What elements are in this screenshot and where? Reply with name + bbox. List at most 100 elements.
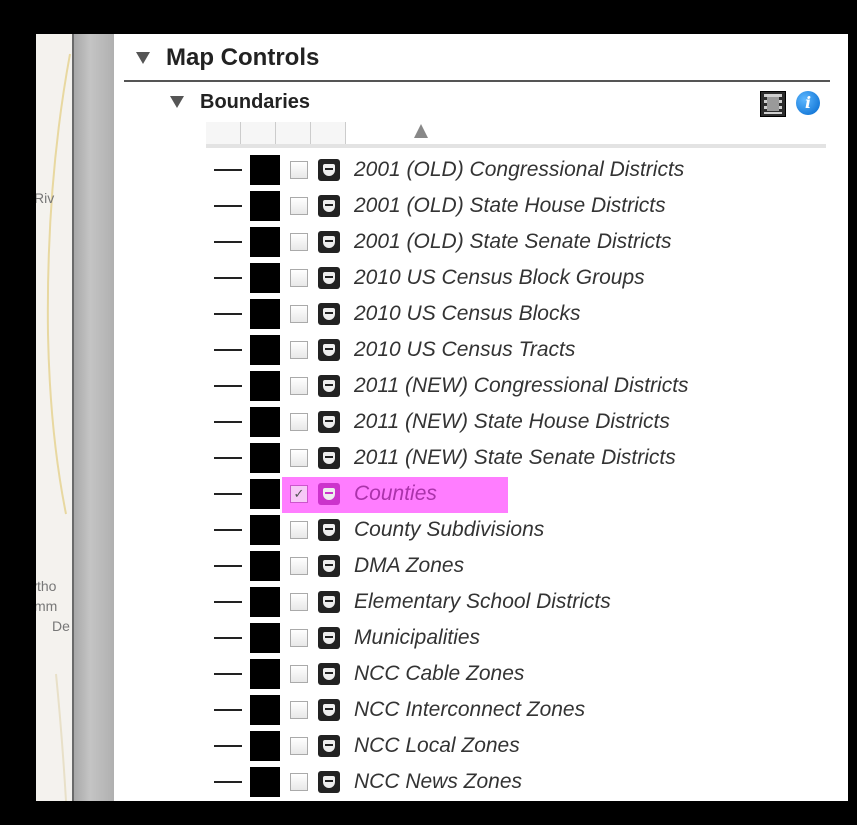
layer-row[interactable]: NCC Interconnect Zones <box>206 692 836 728</box>
layer-label[interactable]: 2011 (NEW) State Senate Districts <box>354 446 676 470</box>
layer-checkbox[interactable] <box>290 233 308 251</box>
shield-icon[interactable] <box>318 447 340 469</box>
layer-row[interactable]: 2011 (NEW) State House Districts <box>206 404 836 440</box>
layer-label[interactable]: 2001 (OLD) State House Districts <box>354 194 666 218</box>
color-swatch[interactable] <box>250 551 280 581</box>
layer-checkbox[interactable] <box>290 449 308 467</box>
color-swatch[interactable] <box>250 227 280 257</box>
layer-row[interactable]: 2001 (OLD) State Senate Districts <box>206 224 836 260</box>
layer-checkbox[interactable] <box>290 665 308 683</box>
layer-checkbox[interactable] <box>290 269 308 287</box>
layer-checkbox[interactable] <box>290 413 308 431</box>
layer-label[interactable]: 2001 (OLD) State Senate Districts <box>354 230 671 254</box>
layer-row[interactable]: Elementary School Districts <box>206 584 836 620</box>
shield-icon[interactable] <box>318 555 340 577</box>
layer-checkbox[interactable] <box>290 521 308 539</box>
map-background[interactable]: Riv vtho mm De <box>36 34 72 801</box>
layer-row[interactable]: County Subdivisions <box>206 512 836 548</box>
scrollbar[interactable] <box>74 34 114 801</box>
layer-checkbox[interactable] <box>290 305 308 323</box>
layer-checkbox[interactable] <box>290 701 308 719</box>
color-swatch[interactable] <box>250 299 280 329</box>
layer-label[interactable]: 2011 (NEW) Congressional Districts <box>354 374 689 398</box>
layer-row[interactable]: 2010 US Census Tracts <box>206 332 836 368</box>
layer-row[interactable]: NCC News Zones <box>206 764 836 800</box>
layer-checkbox[interactable] <box>290 161 308 179</box>
collapse-triangle-icon[interactable] <box>170 96 184 108</box>
layer-row[interactable]: 2011 (NEW) Congressional Districts <box>206 368 836 404</box>
color-swatch[interactable] <box>250 587 280 617</box>
shield-icon[interactable] <box>318 699 340 721</box>
layer-row[interactable]: 2010 US Census Block Groups <box>206 260 836 296</box>
shield-icon[interactable] <box>318 771 340 793</box>
layer-checkbox[interactable] <box>290 557 308 575</box>
layer-row[interactable]: Municipalities <box>206 620 836 656</box>
layer-row[interactable]: ✓ Counties <box>206 476 836 513</box>
layer-checkbox[interactable] <box>290 629 308 647</box>
shield-icon[interactable] <box>318 591 340 613</box>
shield-icon[interactable] <box>318 627 340 649</box>
opacity-slider[interactable] <box>206 122 830 148</box>
color-swatch[interactable] <box>250 407 280 437</box>
shield-icon[interactable] <box>318 267 340 289</box>
slider-track[interactable] <box>206 144 826 148</box>
layer-label[interactable]: 2001 (OLD) Congressional Districts <box>354 158 684 182</box>
map-controls-header[interactable]: Map Controls <box>114 34 834 82</box>
layer-label[interactable]: NCC Cable Zones <box>354 662 524 686</box>
shield-icon[interactable] <box>318 519 340 541</box>
film-icon[interactable] <box>760 91 786 117</box>
layer-row[interactable]: 2001 (OLD) Congressional Districts <box>206 152 836 188</box>
layer-label[interactable]: Municipalities <box>354 626 480 650</box>
layer-label[interactable]: 2011 (NEW) State House Districts <box>354 410 670 434</box>
color-swatch[interactable] <box>250 335 280 365</box>
shield-icon[interactable] <box>318 483 340 505</box>
color-swatch[interactable] <box>250 659 280 689</box>
shield-icon[interactable] <box>318 339 340 361</box>
shield-icon[interactable] <box>318 195 340 217</box>
color-swatch[interactable] <box>250 443 280 473</box>
layer-label[interactable]: 2010 US Census Blocks <box>354 302 580 326</box>
layer-label[interactable]: NCC Local Zones <box>354 734 520 758</box>
layer-checkbox[interactable]: ✓ <box>290 485 308 503</box>
color-swatch[interactable] <box>250 731 280 761</box>
layer-row[interactable]: 2011 (NEW) State Senate Districts <box>206 440 836 476</box>
layer-checkbox[interactable] <box>290 377 308 395</box>
shield-icon[interactable] <box>318 735 340 757</box>
color-swatch[interactable] <box>250 767 280 797</box>
layer-label[interactable]: DMA Zones <box>354 554 464 578</box>
boundaries-header[interactable]: Boundaries <box>114 86 834 118</box>
shield-icon[interactable] <box>318 411 340 433</box>
layer-checkbox[interactable] <box>290 341 308 359</box>
layer-label[interactable]: NCC News Zones <box>354 770 522 794</box>
color-swatch[interactable] <box>250 623 280 653</box>
color-swatch[interactable] <box>250 479 280 509</box>
shield-icon[interactable] <box>318 663 340 685</box>
layer-label[interactable]: Elementary School Districts <box>354 590 611 614</box>
shield-icon[interactable] <box>318 231 340 253</box>
layer-checkbox[interactable] <box>290 197 308 215</box>
layer-label[interactable]: NCC Interconnect Zones <box>354 698 585 722</box>
color-swatch[interactable] <box>250 263 280 293</box>
color-swatch[interactable] <box>250 191 280 221</box>
layer-row[interactable]: NCC Cable Zones <box>206 656 836 692</box>
layer-row[interactable]: DMA Zones <box>206 548 836 584</box>
layer-label[interactable]: 2010 US Census Block Groups <box>354 266 645 290</box>
layer-label[interactable]: Counties <box>354 482 437 506</box>
info-icon[interactable]: i <box>796 91 820 115</box>
layer-checkbox[interactable] <box>290 773 308 791</box>
color-swatch[interactable] <box>250 515 280 545</box>
layer-checkbox[interactable] <box>290 737 308 755</box>
slider-thumb[interactable] <box>414 124 428 138</box>
shield-icon[interactable] <box>318 159 340 181</box>
shield-icon[interactable] <box>318 375 340 397</box>
layer-row[interactable]: 2001 (OLD) State House Districts <box>206 188 836 224</box>
layer-row[interactable]: NCC Local Zones <box>206 728 836 764</box>
collapse-triangle-icon[interactable] <box>136 52 150 64</box>
layer-label[interactable]: County Subdivisions <box>354 518 544 542</box>
color-swatch[interactable] <box>250 155 280 185</box>
layer-checkbox[interactable] <box>290 593 308 611</box>
layer-label[interactable]: 2010 US Census Tracts <box>354 338 575 362</box>
color-swatch[interactable] <box>250 695 280 725</box>
shield-icon[interactable] <box>318 303 340 325</box>
color-swatch[interactable] <box>250 371 280 401</box>
